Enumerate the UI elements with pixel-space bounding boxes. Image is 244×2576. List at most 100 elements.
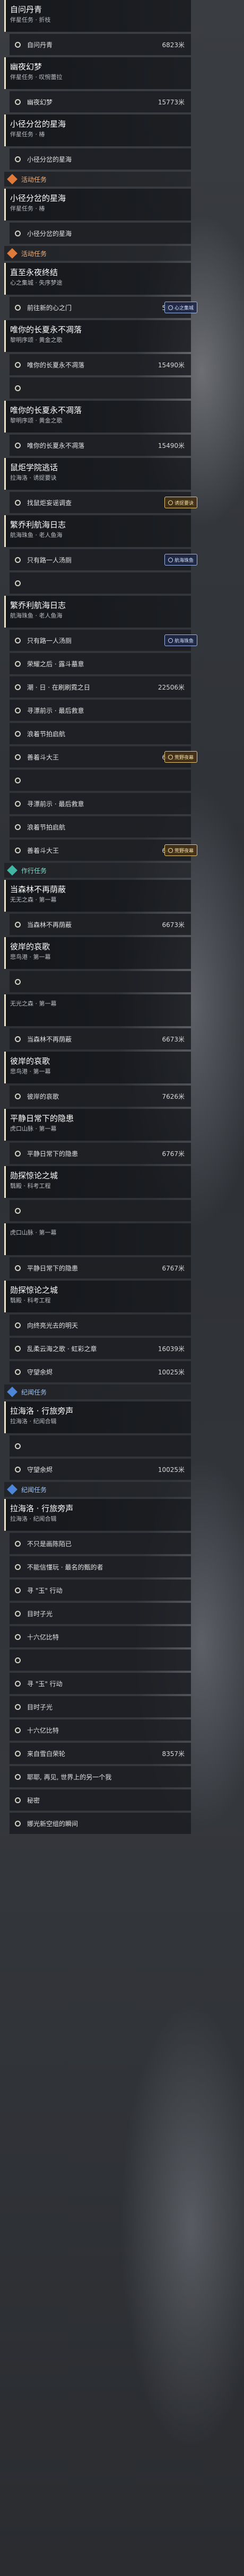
quest-subtitle: 无无之森 · 第一幕 [10, 896, 57, 903]
compass-icon [168, 500, 173, 505]
diamond-icon [7, 248, 18, 259]
quest-step[interactable] [10, 572, 191, 594]
quest-step[interactable]: 十六亿比特 [10, 1719, 191, 1741]
quest-step[interactable]: 唯你的长夏永不凋落 15490米 [10, 354, 191, 375]
quest-step[interactable]: 目时子光 [10, 1696, 191, 1717]
quest-step[interactable]: 找鼠炬妄谣调查 诱捉要诀 [10, 492, 197, 513]
quest-step[interactable]: 乱柔云海之歌 · 虹彩之章 16039米 [10, 1338, 191, 1359]
quest-card[interactable]: 勋探惊论之城 翳殿 · 科考工程 [4, 1281, 191, 1312]
quest-step[interactable]: 前往新的心之门5064米心之集城 [10, 297, 197, 318]
quest-card[interactable]: 拉海洛 · 行旅旁声 拉海洛 · 纪闻合辑 [4, 1401, 191, 1433]
quest-step[interactable]: 唯你的长夏永不凋落 15490米 [10, 435, 191, 456]
quest-card[interactable]: 拉海洛 · 行旅旁声 拉海洛 · 纪闻合辑 [4, 1499, 191, 1531]
quest-step[interactable]: 潮 · 日 · 在刷刷霓之日 22506米 [10, 676, 191, 698]
quest-card[interactable]: 自问丹青 伴星任务 · 折枝 [4, 0, 191, 32]
quest-step[interactable]: 平静日常下的隐患 6767米 [10, 1257, 191, 1278]
quest-subtitle: 伴星任务 · 叹惋蕾拉 [10, 74, 63, 81]
category-header[interactable]: 纪闻任务 [4, 1482, 191, 1497]
quest-step[interactable]: 守望余烬 10025米 [10, 1459, 191, 1480]
category-header[interactable]: 活动任务 [4, 246, 191, 261]
quest-card[interactable]: 繁乔利航海日志 航海珠鱼 · 老人鱼海 [4, 515, 191, 547]
region-tag-badge[interactable]: 航海珠鱼 [164, 554, 197, 566]
quest-card[interactable]: 小径分岔的星海 伴星任务 · 椿 [4, 189, 191, 220]
quest-subtitle: 伴星任务 · 折枝 [10, 16, 51, 23]
quest-step[interactable] [10, 971, 191, 992]
step-distance: 6767米 [162, 1264, 185, 1272]
quest-step[interactable]: 只有路一人汤厕 航海珠鱼 [10, 549, 197, 570]
quest-card[interactable]: 当森林不再荫蔽 无无之森 · 第一幕 [4, 880, 191, 912]
quest-step[interactable]: 来自雪白荣轮 8357米 [10, 1743, 191, 1764]
category-header[interactable]: 纪闻任务 [4, 1384, 191, 1399]
circle-outline-icon [15, 41, 21, 48]
step-distance: 6673米 [162, 921, 185, 929]
region-tag-badge[interactable]: 荒野夜幕 [164, 844, 197, 856]
quest-subtitle: 航海珠鱼 · 老人鱼海 [10, 612, 63, 619]
category-title: 作行任务 [21, 867, 47, 875]
quest-step[interactable]: 目时子光 [10, 1603, 191, 1624]
quest-step[interactable]: 善着斗大王6419米荒野夜幕 [10, 746, 197, 767]
quest-step[interactable]: 小径分岔的星海 [10, 148, 191, 170]
region-tag-badge[interactable]: 荒野夜幕 [164, 751, 197, 763]
quest-step[interactable]: 寻 "玉" 行动 [10, 1580, 191, 1601]
quest-step[interactable] [10, 377, 191, 399]
quest-card[interactable]: 唯你的长夏永不凋落 黎明序颂 · 黄金之歌 [4, 320, 191, 352]
quest-step[interactable]: 娜光新空组的瞬间 [10, 1813, 191, 1834]
quest-title: 平静日常下的隐患 [10, 1114, 74, 1123]
quest-step[interactable]: 幽夜幻梦 15773米 [10, 91, 191, 112]
region-tag-badge[interactable]: 诱捉要诀 [164, 497, 197, 508]
quest-step[interactable]: 自问丹青 6823米 [10, 34, 191, 55]
quest-step[interactable]: 不只是画陈陌已 [10, 1533, 191, 1554]
quest-card[interactable]: 唯你的长夏永不凋落 黎明序颂 · 黄金之歌 [4, 401, 191, 433]
region-tag-badge[interactable]: 航海珠鱼 [164, 634, 197, 646]
quest-title: 繁乔利航海日志 [10, 520, 66, 530]
step-distance: 16039米 [158, 1345, 185, 1353]
quest-step[interactable] [10, 1649, 191, 1671]
quest-step[interactable] [10, 770, 191, 791]
quest-step[interactable]: 荣耀之后 · 露斗墓意 [10, 653, 191, 674]
quest-step[interactable]: 平静日常下的隐患 6767米 [10, 1143, 191, 1164]
quest-step[interactable]: 耶耶, 再见, 世界上的另一个我 [10, 1766, 191, 1787]
quest-step[interactable]: 守望余烬 10025米 [10, 1361, 191, 1382]
quest-card[interactable]: 勋探惊论之城 翳殿 · 科考工程 [4, 1166, 191, 1198]
region-tag-badge[interactable]: 心之集城 [164, 302, 197, 313]
quest-card[interactable]: 无光之森 · 第一幕 [4, 994, 191, 1026]
circle-outline-icon [15, 1369, 21, 1375]
quest-step[interactable] [10, 1435, 191, 1457]
quest-step[interactable]: 只有路一人汤厕 航海珠鱼 [10, 630, 197, 651]
quest-step[interactable]: 浪着节拍启航 [10, 816, 191, 837]
quest-card[interactable]: 小径分岔的星海 伴星任务 · 椿 [4, 114, 191, 146]
category-header[interactable]: 活动任务 [4, 172, 191, 187]
quest-step[interactable]: 彼岸的哀歌 7626米 [10, 1086, 191, 1107]
quest-card[interactable]: 虎口山脉 · 第一幕 [4, 1223, 191, 1255]
quest-step[interactable]: 当森林不再荫蔽 6673米 [10, 1028, 191, 1049]
quest-title: 幽夜幻梦 [10, 62, 42, 72]
quest-step[interactable]: 善着斗大王6419米荒野夜幕 [10, 840, 197, 861]
quest-step[interactable]: 寻漂前示 · 最后救意 [10, 700, 191, 721]
quest-card[interactable]: 直至永夜终结 心之集城 · 失序梦途 [4, 263, 191, 295]
quest-step[interactable]: 向终亮光去的明天 [10, 1315, 191, 1336]
quest-step[interactable] [10, 1200, 191, 1221]
quest-step[interactable]: 秘密 [10, 1789, 191, 1811]
quest-step[interactable]: 十六亿比特 [10, 1626, 191, 1647]
circle-outline-icon [15, 800, 21, 807]
quest-subtitle: 航海珠鱼 · 老人鱼海 [10, 532, 63, 539]
circle-outline-icon [15, 557, 21, 563]
quest-card[interactable]: 幽夜幻梦伴星任务 · 叹惋蕾拉 [4, 57, 191, 89]
quest-card[interactable]: 彼岸的哀歌 悲鸟港 · 第一幕 [4, 937, 191, 969]
circle-outline-icon [15, 1036, 21, 1042]
step-distance: 15773米 [158, 98, 185, 106]
category-header[interactable]: 作行任务 [4, 863, 191, 878]
quest-card[interactable]: 平静日常下的隐患 虎口山脉 · 第一幕 [4, 1109, 191, 1141]
quest-step[interactable]: 寻 "玉" 行动 [10, 1673, 191, 1694]
quest-step[interactable]: 寻漂前示 · 最后救意 [10, 793, 191, 814]
quest-step[interactable]: 浪着节拍启航 [10, 723, 191, 744]
quest-step[interactable]: 小径分岔的星海 [10, 223, 191, 244]
quest-card[interactable]: 鼠炬学院逃话 拉海洛 · 诱捉要诀 [4, 458, 191, 490]
quest-step[interactable]: 不能信懂玩 · 最名的甄的者 [10, 1556, 191, 1577]
quest-card[interactable]: 彼岸的哀歌 悲鸟港 · 第一幕 [4, 1052, 191, 1083]
quest-step[interactable]: 当森林不再荫蔽 6673米 [10, 914, 191, 935]
circle-outline-icon [15, 361, 21, 368]
step-label: 唯你的长夏永不凋落 [27, 442, 85, 449]
quest-card[interactable]: 繁乔利航海日志 航海珠鱼 · 老人鱼海 [4, 596, 191, 628]
step-distance: 22506米 [158, 683, 185, 691]
